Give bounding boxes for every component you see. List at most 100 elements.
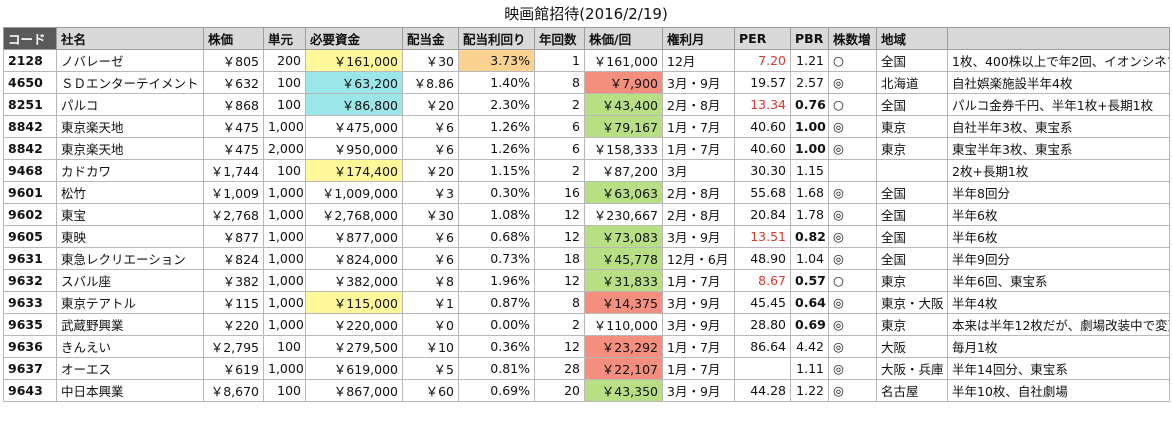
cell-rights-month[interactable]: 3月・9月: [662, 313, 735, 336]
header-price[interactable]: 株価: [203, 27, 264, 50]
cell-code[interactable]: 4650: [3, 71, 57, 94]
cell-per[interactable]: 45.45: [734, 291, 791, 314]
cell-pbr[interactable]: 0.64: [790, 291, 829, 314]
cell-note[interactable]: 自社娯楽施設半年4枚: [947, 71, 1170, 94]
cell-dividend[interactable]: ￥60: [402, 379, 459, 402]
cell-dividend-yield[interactable]: 1.08%: [458, 203, 535, 226]
cell-required-funds[interactable]: ￥161,000: [305, 49, 403, 72]
cell-code[interactable]: 9635: [3, 313, 57, 336]
cell-share-increase[interactable]: ◎: [828, 291, 877, 314]
cell-dividend-yield[interactable]: 0.00%: [458, 313, 535, 336]
cell-share-increase[interactable]: ◎: [828, 71, 877, 94]
cell-pbr[interactable]: 1.11: [790, 357, 829, 380]
cell-code[interactable]: 9637: [3, 357, 57, 380]
cell-region[interactable]: 全国: [876, 93, 948, 116]
cell-dividend[interactable]: ￥6: [402, 137, 459, 160]
cell-per[interactable]: 13.51: [734, 225, 791, 248]
cell-required-funds[interactable]: ￥174,400: [305, 159, 403, 182]
cell-rights-month[interactable]: 3月・9月: [662, 71, 735, 94]
cell-share-increase[interactable]: ◎: [828, 335, 877, 358]
cell-unit[interactable]: 1,000: [263, 203, 306, 226]
cell-price-per-time[interactable]: ￥79,167: [584, 115, 663, 138]
cell-company-name[interactable]: 東京楽天地: [56, 115, 204, 138]
cell-unit[interactable]: 1,000: [263, 357, 306, 380]
cell-unit[interactable]: 1,000: [263, 225, 306, 248]
header-dividend[interactable]: 配当金: [402, 27, 459, 50]
cell-company-name[interactable]: 東京楽天地: [56, 137, 204, 160]
cell-code[interactable]: 9643: [3, 379, 57, 402]
cell-code[interactable]: 9468: [3, 159, 57, 182]
cell-code[interactable]: 8251: [3, 93, 57, 116]
cell-dividend-yield[interactable]: 1.96%: [458, 269, 535, 292]
cell-price[interactable]: ￥475: [203, 137, 264, 160]
cell-dividend[interactable]: ￥5: [402, 357, 459, 380]
cell-price[interactable]: ￥632: [203, 71, 264, 94]
cell-pbr[interactable]: 1.78: [790, 203, 829, 226]
cell-share-increase[interactable]: ◎: [828, 357, 877, 380]
cell-required-funds[interactable]: ￥86,800: [305, 93, 403, 116]
cell-company-name[interactable]: ノバレーゼ: [56, 49, 204, 72]
header-per[interactable]: PER: [734, 27, 791, 50]
cell-required-funds[interactable]: ￥950,000: [305, 137, 403, 160]
cell-price-per-time[interactable]: ￥230,667: [584, 203, 663, 226]
cell-dividend-yield[interactable]: 1.26%: [458, 115, 535, 138]
cell-rights-month[interactable]: 12月・6月: [662, 247, 735, 270]
cell-pbr[interactable]: 0.76: [790, 93, 829, 116]
cell-price[interactable]: ￥1,009: [203, 181, 264, 204]
header-pbr[interactable]: PBR: [790, 27, 829, 50]
cell-region[interactable]: [876, 159, 948, 182]
cell-code[interactable]: 9602: [3, 203, 57, 226]
cell-note[interactable]: 半年14回分、東宝系: [947, 357, 1170, 380]
cell-rights-month[interactable]: 1月・7月: [662, 357, 735, 380]
header-share-increase[interactable]: 株数増: [828, 27, 877, 50]
cell-required-funds[interactable]: ￥382,000: [305, 269, 403, 292]
cell-region[interactable]: 大阪: [876, 335, 948, 358]
cell-per[interactable]: 13.34: [734, 93, 791, 116]
cell-code[interactable]: 9636: [3, 335, 57, 358]
cell-price[interactable]: ￥805: [203, 49, 264, 72]
cell-times-per-year[interactable]: 6: [534, 137, 585, 160]
cell-per[interactable]: 28.80: [734, 313, 791, 336]
cell-note[interactable]: 本来は半年12枚だが、劇場改装中で変更: [947, 313, 1170, 336]
cell-price[interactable]: ￥475: [203, 115, 264, 138]
cell-times-per-year[interactable]: 20: [534, 379, 585, 402]
cell-share-increase[interactable]: ○: [828, 93, 877, 116]
cell-share-increase[interactable]: [828, 159, 877, 182]
cell-region[interactable]: 全国: [876, 181, 948, 204]
cell-per[interactable]: 8.67: [734, 269, 791, 292]
cell-unit[interactable]: 200: [263, 49, 306, 72]
cell-region[interactable]: 北海道: [876, 71, 948, 94]
cell-dividend-yield[interactable]: 0.30%: [458, 181, 535, 204]
cell-required-funds[interactable]: ￥2,768,000: [305, 203, 403, 226]
header-required-funds[interactable]: 必要資金: [305, 27, 403, 50]
cell-dividend[interactable]: ￥8.86: [402, 71, 459, 94]
cell-dividend-yield[interactable]: 0.81%: [458, 357, 535, 380]
cell-dividend-yield[interactable]: 3.73%: [458, 49, 535, 72]
cell-rights-month[interactable]: 12月: [662, 49, 735, 72]
cell-dividend[interactable]: ￥0: [402, 313, 459, 336]
cell-dividend-yield[interactable]: 1.26%: [458, 137, 535, 160]
cell-required-funds[interactable]: ￥220,000: [305, 313, 403, 336]
cell-unit[interactable]: 1,000: [263, 269, 306, 292]
cell-times-per-year[interactable]: 2: [534, 93, 585, 116]
cell-note[interactable]: 半年6枚: [947, 225, 1170, 248]
cell-dividend[interactable]: ￥30: [402, 49, 459, 72]
cell-dividend-yield[interactable]: 0.73%: [458, 247, 535, 270]
cell-code[interactable]: 9631: [3, 247, 57, 270]
cell-times-per-year[interactable]: 2: [534, 313, 585, 336]
cell-note[interactable]: 半年10枚、自社劇場: [947, 379, 1170, 402]
cell-code[interactable]: 9605: [3, 225, 57, 248]
header-code[interactable]: コード: [3, 27, 57, 50]
cell-times-per-year[interactable]: 6: [534, 115, 585, 138]
cell-price[interactable]: ￥382: [203, 269, 264, 292]
cell-pbr[interactable]: 0.69: [790, 313, 829, 336]
cell-unit[interactable]: 1,000: [263, 247, 306, 270]
cell-unit[interactable]: 100: [263, 335, 306, 358]
header-region[interactable]: 地域: [876, 27, 948, 50]
cell-price[interactable]: ￥2,768: [203, 203, 264, 226]
cell-share-increase[interactable]: ○: [828, 49, 877, 72]
cell-company-name[interactable]: 中日本興業: [56, 379, 204, 402]
cell-per[interactable]: 7.20: [734, 49, 791, 72]
cell-region[interactable]: 全国: [876, 225, 948, 248]
cell-company-name[interactable]: 松竹: [56, 181, 204, 204]
